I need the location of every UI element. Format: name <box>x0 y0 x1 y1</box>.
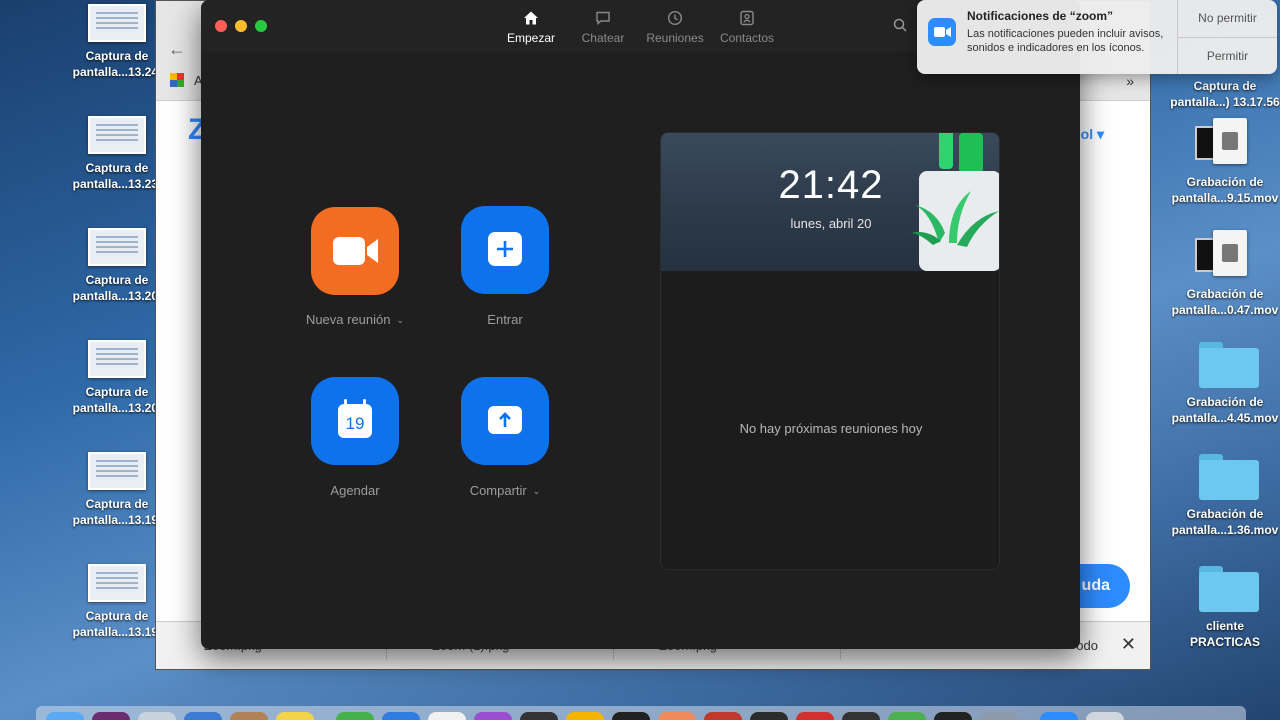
schedule-label: Agendar <box>330 483 380 498</box>
app-icon[interactable] <box>92 712 130 720</box>
app-icon[interactable] <box>566 712 604 720</box>
chat-icon <box>596 11 610 25</box>
app-icon[interactable] <box>934 712 972 720</box>
desktop-icon-label: Captura de pantalla...) 13.17.56 <box>1170 79 1280 109</box>
desktop-icon-label: Grabación de pantalla...9.15.mov <box>1171 175 1279 205</box>
desktop-icon[interactable]: Grabación de pantalla...0.47.mov <box>1170 230 1280 318</box>
plus-icon <box>488 232 522 266</box>
desktop-icon[interactable]: Grabación de pantalla...4.45.mov <box>1170 338 1280 426</box>
zoom-app-icon <box>928 18 956 46</box>
calendar-day: 19 <box>345 414 365 433</box>
desktop-icon[interactable]: cliente PRACTICAS <box>1170 562 1280 650</box>
zoom-dock-icon[interactable] <box>1040 712 1078 720</box>
tab-empezar[interactable]: Empezar <box>491 10 571 45</box>
tab-label: Chatear <box>581 31 625 45</box>
notification-title: Notificaciones de “zoom” <box>967 9 1114 23</box>
terminal-icon[interactable] <box>750 712 788 720</box>
desktop-icon-label: Grabación de pantalla...0.47.mov <box>1171 287 1279 317</box>
app-icon[interactable] <box>704 712 742 720</box>
schedule-button[interactable]: 19 <box>311 377 399 465</box>
apps-icon[interactable] <box>170 73 184 87</box>
app-icon[interactable] <box>658 712 696 720</box>
share-label: Compartir ⌄ <box>469 483 541 498</box>
folder-icon <box>1189 338 1261 388</box>
desktop-icon[interactable]: Grabación de pantalla...9.15.mov <box>1170 118 1280 206</box>
new-meeting-label: Nueva reunión ⌄ <box>305 312 405 327</box>
tab-label: Reuniones <box>646 31 704 45</box>
contacts-icon <box>740 10 754 26</box>
notification-body: Las notificaciones pueden incluir avisos… <box>967 28 1164 54</box>
app-icon[interactable] <box>520 712 558 720</box>
bookmarks-more-button[interactable]: » <box>1126 73 1134 89</box>
desktop-icon-label: Grabación de pantalla...1.36.mov <box>1171 507 1279 537</box>
folder-icon <box>1189 562 1261 612</box>
video-file-icon <box>1195 118 1255 168</box>
folder-icon <box>1189 450 1261 500</box>
notification-actions: No permitir Permitir <box>1177 0 1277 74</box>
app-icon[interactable] <box>980 712 1018 720</box>
screenshot-thumbnail <box>88 340 146 378</box>
chevron-down-icon[interactable]: ⌄ <box>533 486 541 496</box>
app-icon[interactable] <box>382 712 420 720</box>
app-icon[interactable] <box>138 712 176 720</box>
search-icon[interactable] <box>893 18 907 37</box>
share-screen-button[interactable] <box>461 377 549 465</box>
app-icon[interactable] <box>230 712 268 720</box>
zoom-window: Empezar Chatear Reuniones Contactos Nuev… <box>201 0 1080 649</box>
upload-arrow-icon <box>488 406 522 434</box>
screenshot-thumbnail <box>88 228 146 266</box>
new-meeting-button[interactable] <box>311 207 399 295</box>
notes-icon[interactable] <box>276 712 314 720</box>
desktop-icon[interactable]: Captura de pantalla...) 13.17.56 <box>1170 72 1280 110</box>
home-icon <box>524 11 538 25</box>
current-date: lunes, abril 20 <box>790 216 872 231</box>
close-downloads-bar-button[interactable]: ✕ <box>1121 634 1136 655</box>
desktop-icon-label: cliente PRACTICAS <box>1189 619 1260 649</box>
app-icon[interactable] <box>474 712 512 720</box>
finder-icon[interactable] <box>46 712 84 720</box>
upcoming-meetings-panel: 21:42 lunes, abril 20 No hay próximas re… <box>660 132 1000 570</box>
maximize-window-button[interactable] <box>255 20 267 32</box>
tab-contactos[interactable]: Contactos <box>707 10 787 45</box>
current-time: 21:42 <box>778 163 884 207</box>
app-icon[interactable] <box>842 712 880 720</box>
tab-label: Contactos <box>719 31 775 45</box>
notification-banner[interactable]: Notificaciones de “zoom” Las notificacio… <box>917 0 1277 74</box>
app-icon[interactable] <box>796 712 834 720</box>
screenshot-thumbnail <box>88 564 146 602</box>
screenshot-thumbnail <box>88 116 146 154</box>
chevron-down-icon[interactable]: ⌄ <box>397 315 405 325</box>
app-icon[interactable] <box>336 712 374 720</box>
back-arrow-icon[interactable]: ← <box>168 39 186 60</box>
desktop-icon[interactable]: Grabación de pantalla...1.36.mov <box>1170 450 1280 538</box>
screenshot-thumbnail <box>88 452 146 490</box>
clock-banner: 21:42 lunes, abril 20 <box>661 133 999 271</box>
close-window-button[interactable] <box>215 20 227 32</box>
no-meetings-message: No hay próximas reuniones hoy <box>739 421 923 436</box>
language-selector[interactable]: ol ▾ <box>1081 126 1104 143</box>
desktop-icon-label: Grabación de pantalla...4.45.mov <box>1171 395 1279 425</box>
deny-notifications-button[interactable]: No permitir <box>1178 0 1277 37</box>
app-icon[interactable] <box>612 712 650 720</box>
allow-notifications-button[interactable]: Permitir <box>1178 37 1277 74</box>
video-camera-icon <box>333 237 378 265</box>
join-button[interactable] <box>461 206 549 294</box>
join-label: Entrar <box>487 312 523 327</box>
app-icon[interactable] <box>888 712 926 720</box>
clock-icon <box>667 10 683 26</box>
app-icon[interactable] <box>184 712 222 720</box>
video-file-icon <box>1195 230 1255 280</box>
screenshot-thumbnail <box>88 4 146 42</box>
tab-label: Empezar <box>506 31 556 45</box>
tab-chatear[interactable]: Chatear <box>563 10 643 45</box>
chrome-icon[interactable] <box>428 712 466 720</box>
dock <box>36 706 1246 720</box>
downloads-stack-icon[interactable] <box>1086 712 1124 720</box>
tab-reuniones[interactable]: Reuniones <box>635 10 715 45</box>
minimize-window-button[interactable] <box>235 20 247 32</box>
